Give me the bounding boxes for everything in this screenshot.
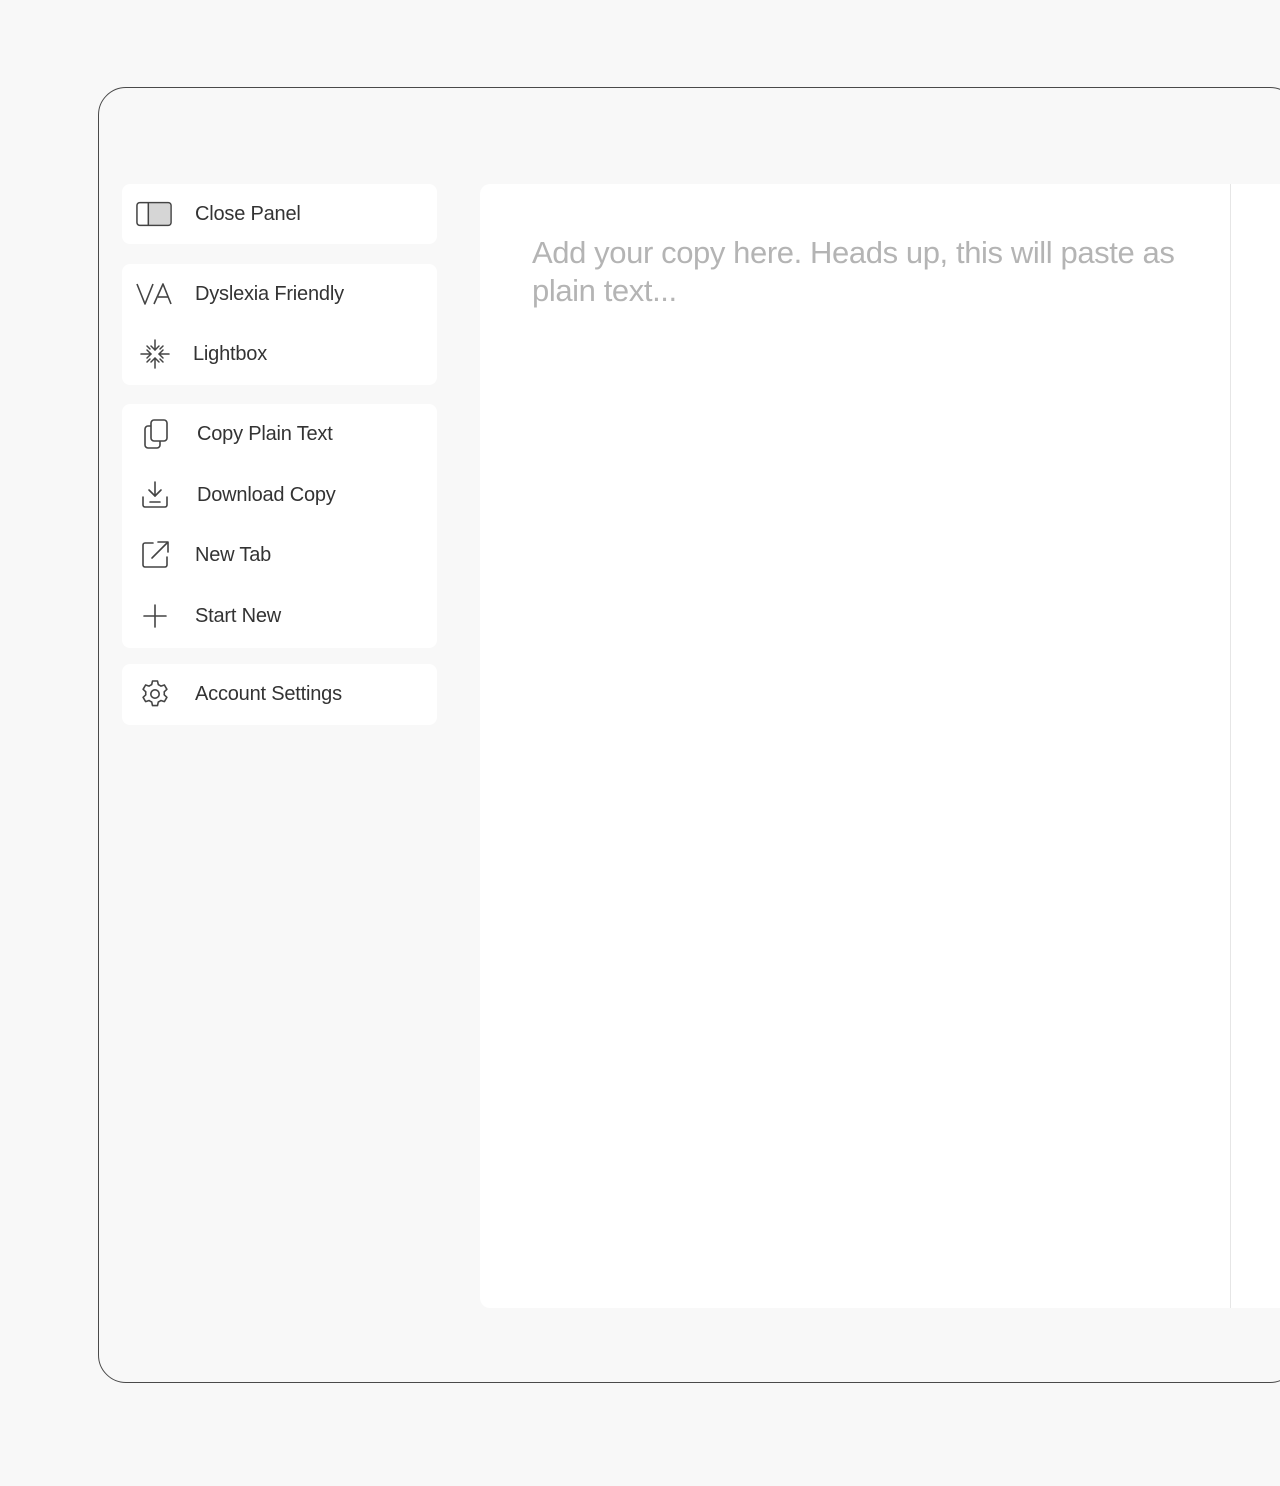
new-tab-button[interactable]: New Tab — [122, 525, 437, 585]
close-panel-button[interactable]: Close Panel — [122, 184, 437, 244]
start-new-label: Start New — [195, 605, 282, 627]
download-copy-button[interactable]: Download Copy — [122, 465, 437, 525]
download-icon — [137, 479, 173, 511]
dyslexia-icon — [136, 278, 172, 310]
copy-icon — [137, 418, 173, 450]
editor-divider — [1230, 184, 1231, 1308]
account-settings-label: Account Settings — [195, 683, 342, 705]
lightbox-icon — [137, 338, 173, 370]
dyslexia-friendly-label: Dyslexia Friendly — [195, 283, 344, 305]
editor-placeholder[interactable]: Add your copy here. Heads up, this will … — [532, 234, 1192, 310]
download-copy-label: Download Copy — [197, 484, 336, 506]
sidebar-panel-account: Account Settings — [122, 664, 437, 725]
copy-plain-text-button[interactable]: Copy Plain Text — [122, 404, 437, 464]
lightbox-toggle[interactable]: Lightbox — [122, 324, 437, 384]
sidebar-panel-actions: Copy Plain Text Download Copy New Tab St… — [122, 404, 437, 648]
sidebar-panel-view: Dyslexia Friendly Lightbox — [122, 264, 437, 385]
dyslexia-friendly-toggle[interactable]: Dyslexia Friendly — [122, 264, 437, 324]
external-link-icon — [137, 539, 173, 571]
plus-icon — [137, 600, 173, 632]
sidebar-panel-close: Close Panel — [122, 184, 437, 244]
account-settings-button[interactable]: Account Settings — [122, 664, 437, 724]
gear-icon — [137, 678, 173, 710]
editor-area[interactable] — [480, 184, 1280, 1308]
lightbox-label: Lightbox — [193, 343, 268, 365]
copy-plain-text-label: Copy Plain Text — [197, 423, 333, 445]
start-new-button[interactable]: Start New — [122, 586, 437, 646]
panel-icon — [136, 198, 172, 230]
close-panel-label: Close Panel — [195, 203, 301, 225]
new-tab-label: New Tab — [195, 544, 272, 566]
